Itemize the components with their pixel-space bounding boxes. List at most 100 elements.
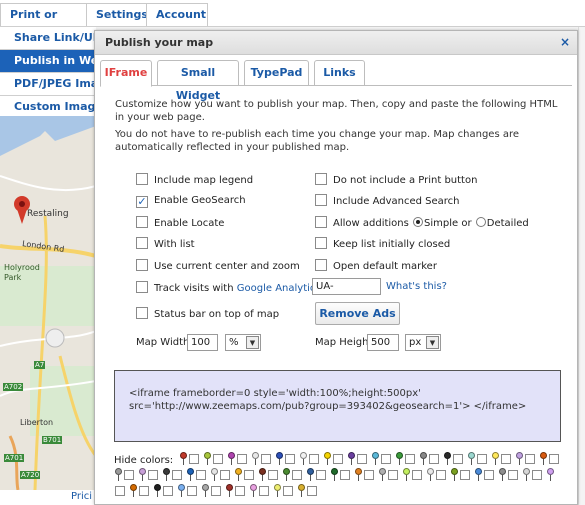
close-icon[interactable]: × bbox=[560, 35, 570, 49]
hide-color-checkbox[interactable] bbox=[163, 486, 173, 496]
hide-color-checkbox[interactable] bbox=[139, 486, 149, 496]
hide-color-checkbox[interactable] bbox=[501, 454, 512, 464]
hide-color-checkbox[interactable] bbox=[211, 486, 221, 496]
pricing-link[interactable]: Prici bbox=[71, 491, 92, 502]
hide-color-checkbox[interactable] bbox=[244, 470, 254, 480]
remove-ads-button[interactable]: Remove Ads bbox=[315, 302, 400, 325]
hide-color-checkbox[interactable] bbox=[381, 454, 392, 464]
hide-color-checkbox[interactable] bbox=[220, 470, 230, 480]
pin-marker-icon bbox=[234, 468, 243, 481]
checkbox[interactable] bbox=[315, 194, 327, 206]
embed-code-box[interactable]: <iframe frameborder=0 style='width:100%;… bbox=[114, 370, 561, 442]
hide-color-checkbox[interactable] bbox=[508, 470, 518, 480]
hide-color-checkbox[interactable] bbox=[124, 470, 134, 480]
option-no-print-button[interactable]: Do not include a Print button bbox=[315, 173, 477, 187]
hide-color-checkbox[interactable] bbox=[333, 454, 344, 464]
menu-pdf-jpeg-image[interactable]: PDF/JPEG Image bbox=[0, 73, 96, 96]
option-status-bar-top[interactable]: Status bar on top of map bbox=[136, 307, 279, 321]
option-enable-geosearch[interactable]: ✓ Enable GeoSearch bbox=[136, 194, 246, 208]
tab-typepad[interactable]: TypePad bbox=[244, 60, 309, 86]
hide-color-checkbox[interactable] bbox=[259, 486, 269, 496]
map-view[interactable]: Restaling London Rd Holyrood Park Libert… bbox=[0, 116, 96, 490]
google-analytics-link[interactable]: Google Analytics bbox=[237, 283, 321, 294]
hide-color-checkbox[interactable] bbox=[525, 454, 536, 464]
hide-color-checkbox[interactable] bbox=[268, 470, 278, 480]
map-width-input[interactable]: 100 bbox=[187, 334, 218, 351]
checkbox[interactable] bbox=[136, 281, 148, 293]
tab-iframe[interactable]: IFrame bbox=[100, 60, 152, 87]
dialog-titlebar[interactable]: Publish your map × bbox=[95, 31, 577, 55]
map-width-unit-select[interactable]: % ▼ bbox=[225, 334, 261, 351]
map-width-label: Map Width: bbox=[136, 337, 193, 348]
hide-color-checkbox[interactable] bbox=[412, 470, 422, 480]
hide-color-checkbox[interactable] bbox=[213, 454, 224, 464]
checkbox[interactable] bbox=[136, 237, 148, 249]
hide-color-checkbox[interactable] bbox=[285, 454, 296, 464]
hide-color-checkbox[interactable] bbox=[187, 486, 197, 496]
chevron-down-icon[interactable]: ▼ bbox=[426, 336, 439, 349]
tab-links[interactable]: Links bbox=[314, 60, 365, 86]
hide-color-checkbox[interactable] bbox=[340, 470, 350, 480]
chevron-down-icon[interactable]: ▼ bbox=[246, 336, 259, 349]
hide-color-checkbox[interactable] bbox=[196, 470, 206, 480]
hide-color-checkbox[interactable] bbox=[429, 454, 440, 464]
option-with-list[interactable]: With list bbox=[136, 237, 195, 251]
menu-publish-in-websites[interactable]: Publish in Websites bbox=[0, 50, 96, 73]
checkbox[interactable] bbox=[315, 259, 327, 271]
tab-print-or-share[interactable]: Print or Share bbox=[0, 3, 87, 42]
option-advanced-search[interactable]: Include Advanced Search bbox=[315, 194, 460, 208]
map-height-input[interactable]: 500 bbox=[367, 334, 399, 351]
hide-color-checkbox[interactable] bbox=[307, 486, 317, 496]
radio-simple[interactable] bbox=[413, 217, 424, 227]
checkbox[interactable] bbox=[315, 237, 327, 249]
hide-color-checkbox[interactable] bbox=[549, 454, 560, 464]
hide-color-checkbox[interactable] bbox=[283, 486, 293, 496]
hide-color-checkbox[interactable] bbox=[405, 454, 416, 464]
option-use-current-center[interactable]: Use current center and zoom bbox=[136, 259, 300, 273]
hide-color-checkbox[interactable] bbox=[357, 454, 368, 464]
pin-marker-icon bbox=[201, 484, 210, 497]
option-keep-list-closed[interactable]: Keep list initially closed bbox=[315, 237, 450, 251]
hide-color-checkbox[interactable] bbox=[484, 470, 494, 480]
tab-account[interactable]: Account bbox=[146, 3, 208, 26]
hide-color-checkbox[interactable] bbox=[189, 454, 200, 464]
checkbox[interactable] bbox=[136, 216, 148, 228]
hide-color-checkbox[interactable] bbox=[261, 454, 272, 464]
checkbox[interactable] bbox=[136, 259, 148, 271]
option-enable-locate[interactable]: Enable Locate bbox=[136, 216, 224, 230]
checkbox[interactable] bbox=[136, 173, 148, 185]
hide-color-checkbox[interactable] bbox=[292, 470, 302, 480]
option-open-default-marker[interactable]: Open default marker bbox=[315, 259, 437, 273]
tab-small-widget[interactable]: Small Widget bbox=[157, 60, 239, 102]
checkbox[interactable] bbox=[136, 307, 148, 319]
hide-color-checkbox[interactable] bbox=[436, 470, 446, 480]
hide-color-checkbox[interactable] bbox=[460, 470, 470, 480]
hide-color-checkbox[interactable] bbox=[364, 470, 374, 480]
pin-marker-icon bbox=[474, 468, 483, 481]
hide-color-checkbox[interactable] bbox=[148, 470, 158, 480]
option-track-visits[interactable]: Track visits with Google Analytics id bbox=[136, 281, 333, 295]
map-height-unit-select[interactable]: px ▼ bbox=[405, 334, 441, 351]
tab-settings[interactable]: Settings bbox=[86, 3, 148, 26]
hide-color-checkbox[interactable] bbox=[532, 470, 542, 480]
hide-color-checkbox[interactable] bbox=[388, 470, 398, 480]
hide-color-checkbox[interactable] bbox=[172, 470, 182, 480]
hide-color-checkbox[interactable] bbox=[453, 454, 464, 464]
option-include-map-legend[interactable]: Include map legend bbox=[136, 173, 253, 187]
whats-this-link[interactable]: What's this? bbox=[386, 281, 447, 292]
checkbox[interactable] bbox=[315, 173, 327, 185]
option-allow-additions[interactable]: Allow additions Simple or Detailed bbox=[315, 216, 529, 230]
option-label: Do not include a Print button bbox=[333, 175, 478, 186]
hide-color-checkbox[interactable] bbox=[237, 454, 248, 464]
hide-color-checkbox[interactable] bbox=[309, 454, 320, 464]
hide-color-checkbox[interactable] bbox=[235, 486, 245, 496]
menu-share-link[interactable]: Share Link/URL bbox=[0, 27, 96, 50]
radio-detailed[interactable] bbox=[475, 217, 486, 227]
pin-marker-icon bbox=[546, 468, 555, 481]
checkbox[interactable] bbox=[315, 216, 327, 228]
hide-color-checkbox[interactable] bbox=[477, 454, 488, 464]
analytics-id-input[interactable]: UA- bbox=[312, 278, 381, 295]
hide-color-checkbox[interactable] bbox=[115, 486, 125, 496]
checkbox-checked[interactable]: ✓ bbox=[136, 196, 148, 208]
hide-color-checkbox[interactable] bbox=[316, 470, 326, 480]
